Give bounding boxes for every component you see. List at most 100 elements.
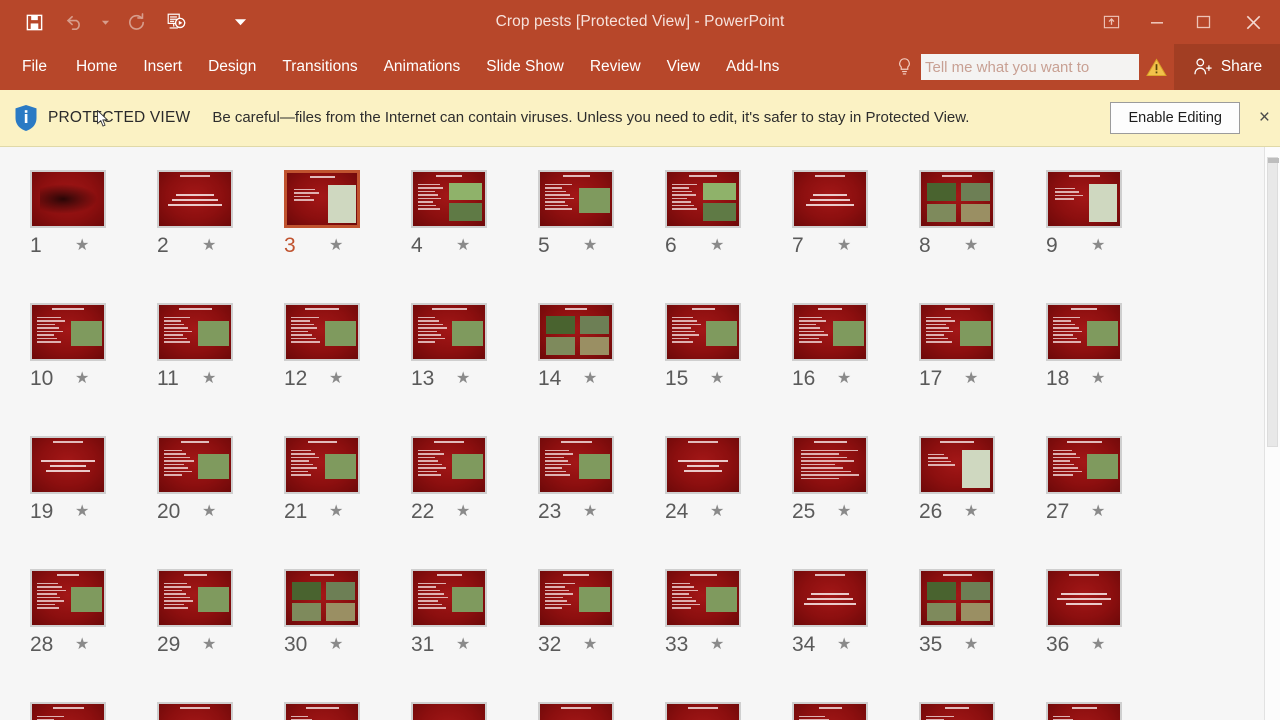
enable-editing-button[interactable]: Enable Editing <box>1110 102 1240 134</box>
tab-review[interactable]: Review <box>577 52 654 82</box>
animation-star-icon[interactable]: ★ <box>75 238 89 254</box>
slide-cell[interactable]: 26 ★ <box>919 425 1046 558</box>
slide-thumbnail-43[interactable] <box>792 702 868 720</box>
slide-thumbnail-4[interactable] <box>411 170 487 228</box>
animation-star-icon[interactable]: ★ <box>202 238 216 254</box>
slide-cell[interactable]: 15 ★ <box>665 292 792 425</box>
ribbon-display-options-button[interactable] <box>1088 2 1134 42</box>
animation-star-icon[interactable]: ★ <box>329 238 343 254</box>
slide-cell[interactable]: 19 ★ <box>30 425 157 558</box>
slide-thumbnail-25[interactable] <box>792 436 868 494</box>
restore-button[interactable] <box>1180 2 1226 42</box>
slide-thumbnail-14[interactable] <box>538 303 614 361</box>
tab-insert[interactable]: Insert <box>130 52 195 82</box>
animation-star-icon[interactable]: ★ <box>1091 637 1105 653</box>
slide-thumbnail-12[interactable] <box>284 303 360 361</box>
slide-cell[interactable]: 34 ★ <box>792 558 919 691</box>
minimize-button[interactable] <box>1134 2 1180 42</box>
slide-cell[interactable]: 7 ★ <box>792 159 919 292</box>
animation-star-icon[interactable]: ★ <box>710 504 724 520</box>
animation-star-icon[interactable]: ★ <box>837 504 851 520</box>
animation-star-icon[interactable]: ★ <box>837 637 851 653</box>
slide-thumbnail-28[interactable] <box>30 569 106 627</box>
animation-star-icon[interactable]: ★ <box>710 637 724 653</box>
tell-me-input[interactable]: Tell me what you want to <box>921 54 1139 80</box>
slide-thumbnail-45[interactable] <box>1046 702 1122 720</box>
slide-thumbnail-23[interactable] <box>538 436 614 494</box>
slide-thumbnail-32[interactable] <box>538 569 614 627</box>
tab-view[interactable]: View <box>654 52 713 82</box>
slide-cell[interactable]: 35 ★ <box>919 558 1046 691</box>
slide-thumbnail-7[interactable] <box>792 170 868 228</box>
animation-star-icon[interactable]: ★ <box>1091 504 1105 520</box>
slide-thumbnail-20[interactable] <box>157 436 233 494</box>
animation-star-icon[interactable]: ★ <box>75 637 89 653</box>
slide-cell[interactable]: 36 ★ <box>1046 558 1173 691</box>
slide-thumbnail-17[interactable] <box>919 303 995 361</box>
animation-star-icon[interactable]: ★ <box>964 238 978 254</box>
slide-cell[interactable]: 18 ★ <box>1046 292 1173 425</box>
slide-thumbnail-27[interactable] <box>1046 436 1122 494</box>
slide-cell[interactable]: 39 <box>284 691 411 720</box>
tab-animations[interactable]: Animations <box>371 52 474 82</box>
slide-thumbnail-8[interactable] <box>919 170 995 228</box>
slide-thumbnail-40[interactable] <box>411 702 487 720</box>
slide-thumbnail-34[interactable] <box>792 569 868 627</box>
animation-star-icon[interactable]: ★ <box>1091 238 1105 254</box>
slide-thumbnail-36[interactable] <box>1046 569 1122 627</box>
animation-star-icon[interactable]: ★ <box>583 238 597 254</box>
slide-cell[interactable]: 5 ★ <box>538 159 665 292</box>
slide-cell[interactable]: 20 ★ <box>157 425 284 558</box>
slide-thumbnail-5[interactable] <box>538 170 614 228</box>
slide-thumbnail-42[interactable] <box>665 702 741 720</box>
animation-star-icon[interactable]: ★ <box>964 504 978 520</box>
animation-star-icon[interactable]: ★ <box>837 371 851 387</box>
save-button[interactable] <box>14 3 54 41</box>
slide-thumbnail-38[interactable] <box>157 702 233 720</box>
animation-star-icon[interactable]: ★ <box>75 504 89 520</box>
slide-cell[interactable]: 11 ★ <box>157 292 284 425</box>
slide-thumbnail-19[interactable] <box>30 436 106 494</box>
close-button[interactable] <box>1226 2 1280 42</box>
slide-cell[interactable]: 37 <box>30 691 157 720</box>
animation-star-icon[interactable]: ★ <box>710 371 724 387</box>
tab-slide-show[interactable]: Slide Show <box>473 52 577 82</box>
slide-cell[interactable]: 23 ★ <box>538 425 665 558</box>
warning-icon[interactable] <box>1139 57 1174 77</box>
animation-star-icon[interactable]: ★ <box>964 637 978 653</box>
slide-cell[interactable]: 33 ★ <box>665 558 792 691</box>
slide-cell[interactable]: 45 <box>1046 691 1173 720</box>
tab-add-ins[interactable]: Add-Ins <box>713 52 792 82</box>
slide-thumbnail-13[interactable] <box>411 303 487 361</box>
animation-star-icon[interactable]: ★ <box>329 637 343 653</box>
slide-cell[interactable]: 44 <box>919 691 1046 720</box>
slide-thumbnail-3[interactable] <box>284 170 360 228</box>
slide-cell[interactable]: 42 <box>665 691 792 720</box>
animation-star-icon[interactable]: ★ <box>456 371 470 387</box>
animation-star-icon[interactable]: ★ <box>329 504 343 520</box>
animation-star-icon[interactable]: ★ <box>202 371 216 387</box>
slide-cell[interactable]: 6 ★ <box>665 159 792 292</box>
slide-thumbnail-11[interactable] <box>157 303 233 361</box>
slide-cell[interactable]: 30 ★ <box>284 558 411 691</box>
slide-cell[interactable]: 29 ★ <box>157 558 284 691</box>
slide-cell[interactable]: 17 ★ <box>919 292 1046 425</box>
slide-thumbnail-9[interactable] <box>1046 170 1122 228</box>
start-slideshow-button[interactable] <box>156 3 196 41</box>
slide-thumbnail-26[interactable] <box>919 436 995 494</box>
slide-cell[interactable]: 28 ★ <box>30 558 157 691</box>
slide-cell[interactable]: 38 <box>157 691 284 720</box>
slide-cell[interactable]: 10 ★ <box>30 292 157 425</box>
slide-cell[interactable]: 32 ★ <box>538 558 665 691</box>
slide-thumbnail-29[interactable] <box>157 569 233 627</box>
animation-star-icon[interactable]: ★ <box>583 371 597 387</box>
slide-thumbnail-30[interactable] <box>284 569 360 627</box>
slide-thumbnail-33[interactable] <box>665 569 741 627</box>
animation-star-icon[interactable]: ★ <box>456 238 470 254</box>
slide-cell[interactable]: 25 ★ <box>792 425 919 558</box>
slide-cell[interactable]: 1 ★ <box>30 159 157 292</box>
animation-star-icon[interactable]: ★ <box>202 504 216 520</box>
slide-cell[interactable]: 12 ★ <box>284 292 411 425</box>
vertical-scrollbar[interactable] <box>1264 147 1280 720</box>
slide-cell[interactable]: 43 <box>792 691 919 720</box>
